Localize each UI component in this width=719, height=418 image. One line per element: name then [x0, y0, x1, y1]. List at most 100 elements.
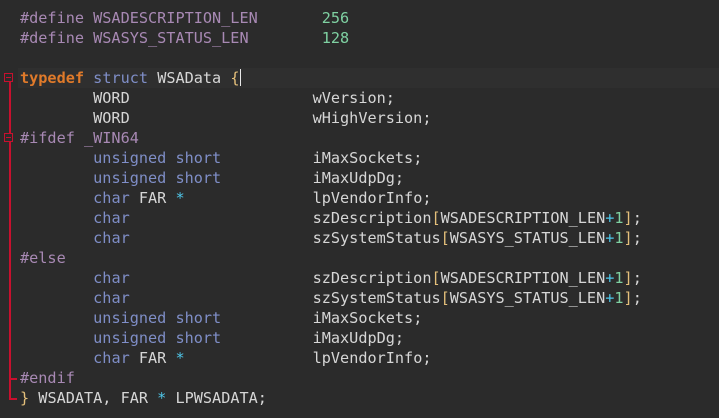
code-token: ; [632, 229, 642, 247]
code-token: char [93, 229, 130, 247]
code-token: struct [93, 69, 149, 87]
code-token: [ [431, 269, 441, 287]
code-token: ] [623, 209, 633, 227]
code-token: [ [440, 229, 450, 247]
code-token: szSystemStatus [129, 229, 441, 247]
code-token: 256 [321, 9, 350, 27]
code-line[interactable]: WORD wHighVersion; [20, 108, 718, 128]
code-token: ; [632, 209, 642, 227]
code-token: WSADESCRIPTION_LEN [440, 269, 606, 287]
code-token: lpVendorInfo; [184, 189, 432, 207]
code-token: iMaxSockets; [221, 309, 423, 327]
code-token: szDescription [129, 269, 432, 287]
code-token: 128 [321, 29, 350, 47]
code-token: lpVendorInfo; [184, 349, 432, 367]
code-token: WSADATA, FAR [29, 389, 158, 407]
code-token: 1 [614, 269, 624, 287]
code-token: WSASYS_STATUS_LEN [449, 229, 606, 247]
code-token: #define WSADESCRIPTION_LEN [20, 9, 322, 27]
fold-end-struct [9, 398, 17, 400]
code-line[interactable]: char szSystemStatus[WSASYS_STATUS_LEN+1]… [20, 288, 718, 308]
code-line[interactable]: #endif [20, 368, 718, 388]
code-line[interactable]: unsigned short iMaxSockets; [20, 308, 718, 328]
code-token: 1 [614, 209, 624, 227]
fold-toggle-struct-icon[interactable] [4, 73, 13, 82]
code-token: char [93, 189, 130, 207]
code-token: [ [431, 209, 441, 227]
code-token: FAR [129, 349, 176, 367]
code-token: WSADESCRIPTION_LEN [440, 209, 606, 227]
code-token: { [230, 69, 240, 87]
code-token: * [175, 189, 185, 207]
text-caret [239, 69, 241, 86]
code-line[interactable]: unsigned short iMaxUdpDg; [20, 328, 718, 348]
code-line[interactable]: char szDescription[WSADESCRIPTION_LEN+1]… [20, 208, 718, 228]
code-token: iMaxUdpDg; [221, 169, 405, 187]
code-editor[interactable]: #define WSADESCRIPTION_LEN 256 #define WS… [0, 0, 719, 418]
fold-line-struct [9, 82, 11, 400]
code-token: ; [632, 289, 642, 307]
code-token: ] [623, 289, 633, 307]
code-token: } [20, 389, 30, 407]
code-token: #endif [20, 369, 75, 387]
code-token: unsigned short [93, 329, 222, 347]
code-token: char [93, 349, 130, 367]
code-token: #ifdef _WIN64 [20, 129, 139, 147]
code-token: * [175, 349, 185, 367]
code-token: unsigned short [93, 309, 222, 327]
code-token: typedef [20, 69, 85, 87]
fold-end-ifdef [9, 378, 17, 380]
code-token: * [157, 389, 167, 407]
code-token: char [93, 209, 130, 227]
code-line[interactable] [20, 48, 718, 68]
code-line[interactable]: } WSADATA, FAR * LPWSADATA; [20, 388, 718, 408]
code-token: #define WSASYS_STATUS_LEN [20, 29, 322, 47]
code-line[interactable]: unsigned short iMaxUdpDg; [20, 168, 718, 188]
code-line[interactable]: #else [20, 248, 718, 268]
code-token: unsigned short [93, 149, 222, 167]
code-token: unsigned short [93, 169, 222, 187]
code-token: LPWSADATA; [166, 389, 267, 407]
code-token: 1 [614, 229, 624, 247]
code-token: iMaxSockets; [221, 149, 423, 167]
code-token: iMaxUdpDg; [221, 329, 405, 347]
code-line[interactable]: unsigned short iMaxSockets; [20, 148, 718, 168]
code-line[interactable]: char FAR * lpVendorInfo; [20, 348, 718, 368]
code-token: char [93, 269, 130, 287]
code-line[interactable]: typedef struct WSAData { [20, 68, 718, 88]
code-token: WORD wVersion; [20, 89, 395, 107]
fold-gutter [0, 0, 18, 418]
fold-toggle-ifdef-icon[interactable] [4, 133, 13, 142]
code-line[interactable]: WORD wVersion; [20, 88, 718, 108]
code-token: WSASYS_STATUS_LEN [449, 289, 606, 307]
code-line[interactable]: #define WSADESCRIPTION_LEN 256 [20, 8, 718, 28]
code-token: #else [20, 249, 66, 267]
code-token: ] [623, 229, 633, 247]
code-line[interactable]: char FAR * lpVendorInfo; [20, 188, 718, 208]
code-line[interactable]: #define WSASYS_STATUS_LEN 128 [20, 28, 718, 48]
code-token: WORD wHighVersion; [20, 109, 432, 127]
code-token: WSAData [148, 69, 231, 87]
code-token: ; [632, 269, 642, 287]
code-line[interactable]: #ifdef _WIN64 [20, 128, 718, 148]
code-token: 1 [614, 289, 624, 307]
code-token: szDescription [129, 209, 432, 227]
code-token: [ [440, 289, 450, 307]
code-token: char [93, 289, 130, 307]
code-line[interactable]: char szSystemStatus[WSASYS_STATUS_LEN+1]… [20, 228, 718, 248]
code-line[interactable]: char szDescription[WSADESCRIPTION_LEN+1]… [20, 268, 718, 288]
code-token: FAR [129, 189, 176, 207]
code-token: ] [623, 269, 633, 287]
code-token: szSystemStatus [129, 289, 441, 307]
